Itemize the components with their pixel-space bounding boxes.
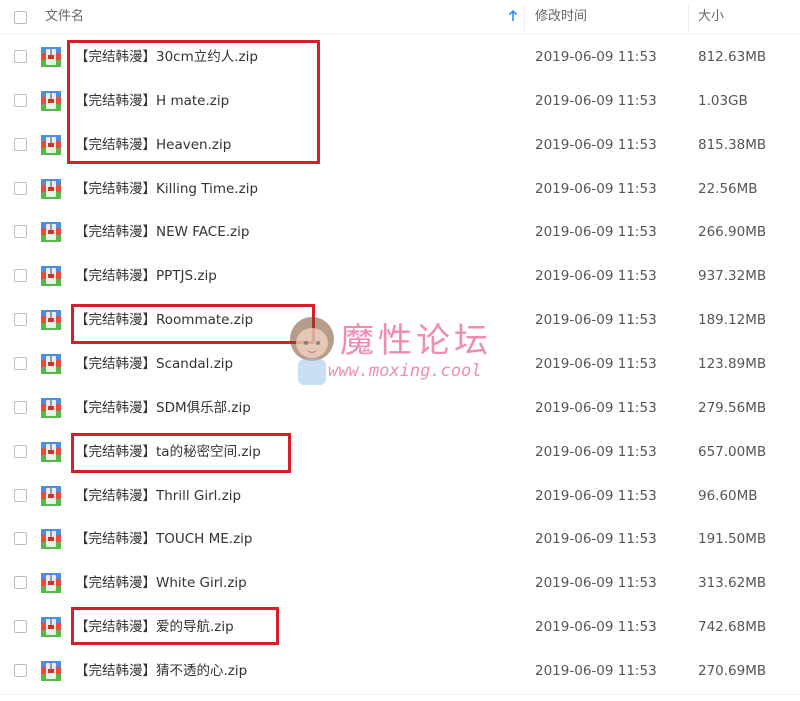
zip-archive-icon xyxy=(41,353,61,374)
column-divider[interactable] xyxy=(688,4,689,32)
column-header-size[interactable]: 大小 xyxy=(698,0,724,34)
file-modified: 2019-06-09 11:53 xyxy=(535,268,657,285)
highlight-box xyxy=(71,607,279,645)
file-size: 191.50MB xyxy=(698,531,767,548)
file-row[interactable]: 【完结韩漫】TOUCH ME.zip 2019-06-09 11:53 191.… xyxy=(0,517,800,561)
file-row[interactable]: 【完结韩漫】Killing Time.zip 2019-06-09 11:53 … xyxy=(0,167,800,211)
file-size: 1.03GB xyxy=(698,92,748,109)
file-modified: 2019-06-09 11:53 xyxy=(535,224,657,241)
file-modified: 2019-06-09 11:53 xyxy=(535,49,657,65)
watermark-title: 魔性论坛 xyxy=(340,321,492,361)
file-modified: 2019-06-09 11:53 xyxy=(535,575,657,592)
file-size: 266.90MB xyxy=(698,224,767,241)
row-checkbox[interactable] xyxy=(14,576,27,590)
highlight-box xyxy=(71,304,315,344)
file-name[interactable]: 【完结韩漫】猜不透的心.zip xyxy=(75,649,247,693)
zip-archive-icon xyxy=(41,178,61,199)
select-all-checkbox[interactable] xyxy=(14,11,27,24)
file-modified: 2019-06-09 11:53 xyxy=(535,312,657,329)
file-size: 657.00MB xyxy=(698,443,767,460)
file-modified: 2019-06-09 11:53 xyxy=(535,443,657,460)
file-modified: 2019-06-09 11:53 xyxy=(535,399,657,416)
divider xyxy=(0,694,800,695)
zip-archive-icon xyxy=(41,441,61,462)
file-size: 812.63MB xyxy=(698,49,767,65)
zip-archive-icon xyxy=(41,90,61,111)
zip-archive-icon xyxy=(41,617,61,638)
file-modified: 2019-06-09 11:53 xyxy=(535,180,657,197)
zip-archive-icon xyxy=(41,134,61,155)
row-checkbox[interactable] xyxy=(14,225,27,239)
zip-archive-icon xyxy=(41,660,61,681)
file-name[interactable]: 【完结韩漫】White Girl.zip xyxy=(75,561,247,605)
file-row[interactable]: 【完结韩漫】PPTJS.zip 2019-06-09 11:53 937.32M… xyxy=(0,254,800,298)
file-name[interactable]: 【完结韩漫】Thrill Girl.zip xyxy=(75,474,241,518)
zip-archive-icon xyxy=(41,47,61,67)
file-name[interactable]: 【完结韩漫】Killing Time.zip xyxy=(75,167,258,211)
zip-archive-icon xyxy=(41,310,61,331)
file-size: 96.60MB xyxy=(698,487,758,504)
file-size: 279.56MB xyxy=(698,399,767,416)
file-size: 815.38MB xyxy=(698,136,767,153)
file-size: 123.89MB xyxy=(698,355,767,372)
file-size: 313.62MB xyxy=(698,575,767,592)
arrow-up-icon[interactable] xyxy=(507,9,519,23)
file-name[interactable]: 【完结韩漫】TOUCH ME.zip xyxy=(75,517,253,561)
highlight-box xyxy=(67,40,320,164)
file-row[interactable]: 【完结韩漫】猜不透的心.zip 2019-06-09 11:53 270.69M… xyxy=(0,649,800,693)
row-checkbox[interactable] xyxy=(14,356,27,370)
file-modified: 2019-06-09 11:53 xyxy=(535,662,657,679)
row-checkbox[interactable] xyxy=(14,532,27,546)
file-size: 189.12MB xyxy=(698,312,767,329)
row-checkbox[interactable] xyxy=(14,488,27,502)
file-name[interactable]: 【完结韩漫】PPTJS.zip xyxy=(75,254,217,298)
column-header-modified[interactable]: 修改时间 xyxy=(535,0,587,34)
row-checkbox[interactable] xyxy=(14,137,27,151)
file-size: 937.32MB xyxy=(698,268,767,285)
watermark-url: www.moxing.cool xyxy=(328,361,482,381)
highlight-box xyxy=(71,433,291,473)
file-modified: 2019-06-09 11:53 xyxy=(535,619,657,636)
row-checkbox[interactable] xyxy=(14,181,27,195)
zip-archive-icon xyxy=(41,485,61,506)
row-checkbox[interactable] xyxy=(14,444,27,458)
row-checkbox[interactable] xyxy=(14,620,27,634)
zip-archive-icon xyxy=(41,222,61,243)
file-size: 270.69MB xyxy=(698,662,767,679)
column-divider[interactable] xyxy=(524,4,525,32)
file-row[interactable]: 【完结韩漫】NEW FACE.zip 2019-06-09 11:53 266.… xyxy=(0,210,800,254)
file-name[interactable]: 【完结韩漫】SDM俱乐部.zip xyxy=(75,386,251,430)
watermark: 魔性论坛 www.moxing.cool xyxy=(282,305,532,395)
file-name[interactable]: 【完结韩漫】Scandal.zip xyxy=(75,342,233,386)
file-row[interactable]: 【完结韩漫】White Girl.zip 2019-06-09 11:53 31… xyxy=(0,561,800,605)
zip-archive-icon xyxy=(41,266,61,287)
file-name[interactable]: 【完结韩漫】NEW FACE.zip xyxy=(75,210,249,254)
column-header-name[interactable]: 文件名 xyxy=(45,0,84,34)
row-checkbox[interactable] xyxy=(14,313,27,327)
row-checkbox[interactable] xyxy=(14,93,27,107)
row-checkbox[interactable] xyxy=(14,269,27,283)
file-size: 22.56MB xyxy=(698,180,758,197)
row-checkbox[interactable] xyxy=(14,663,27,677)
file-modified: 2019-06-09 11:53 xyxy=(535,92,657,109)
zip-archive-icon xyxy=(41,529,61,550)
zip-archive-icon xyxy=(41,573,61,594)
file-modified: 2019-06-09 11:53 xyxy=(535,531,657,548)
file-modified: 2019-06-09 11:53 xyxy=(535,487,657,504)
file-list-header: 文件名 修改时间 大小 xyxy=(0,0,800,35)
file-modified: 2019-06-09 11:53 xyxy=(535,136,657,153)
file-modified: 2019-06-09 11:53 xyxy=(535,355,657,372)
row-checkbox[interactable] xyxy=(14,50,27,63)
file-size: 742.68MB xyxy=(698,619,767,636)
file-row[interactable]: 【完结韩漫】Thrill Girl.zip 2019-06-09 11:53 9… xyxy=(0,474,800,518)
zip-archive-icon xyxy=(41,397,61,418)
row-checkbox[interactable] xyxy=(14,400,27,414)
